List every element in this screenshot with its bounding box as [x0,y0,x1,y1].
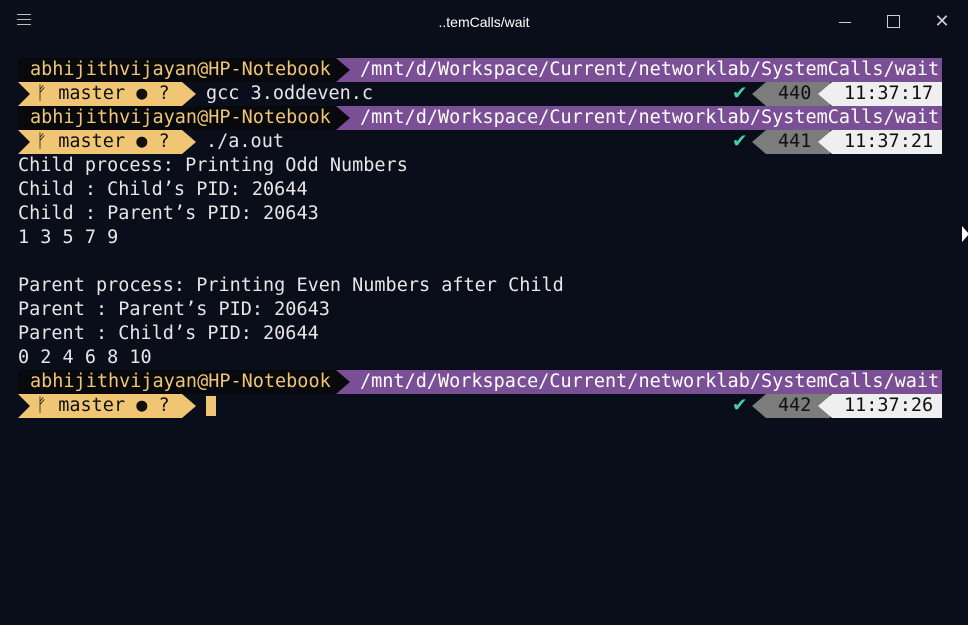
status-check-icon: ✔ [732,131,748,152]
prompt-time: 11:37:17 [818,82,942,106]
git-branch: ᚠ master ● ? [36,83,170,104]
maximize-icon [887,15,900,28]
prompt-path: /mnt/d/Workspace/Current/networklab/Syst… [360,371,940,392]
git-branch: ᚠ master ● ? [36,131,170,152]
command-text: ./a.out [206,131,284,152]
prompt-path: /mnt/d/Workspace/Current/networklab/Syst… [360,59,940,80]
title-bar: ..temCalls/wait ✕ [0,0,968,46]
text-cursor[interactable] [206,396,216,416]
window-title: ..temCalls/wait [438,14,530,30]
status-check-icon: ✔ [732,395,748,416]
prompt-path-segment: /mnt/d/Workspace/Current/networklab/Syst… [336,58,942,82]
git-segment: ᚠ master ● ? [18,394,196,418]
output-line: Child : Parent’s PID: 20643 [18,203,319,224]
mouse-pointer-icon [962,226,968,242]
output-line: Parent : Child’s PID: 20644 [18,323,319,344]
prompt-time: 11:37:26 [818,394,942,418]
output-line: Child process: Printing Odd Numbers [18,155,408,176]
git-segment: ᚠ master ● ? [18,82,196,106]
prompt-command-line: ᚠ master ● ? ✔ 442 11:37:26 [18,394,942,418]
prompt-user: abhijithvijayan@HP-Notebook [18,58,336,82]
prompt-context-line: abhijithvijayan@HP-Notebook /mnt/d/Works… [18,370,942,394]
output-line: Parent process: Printing Even Numbers af… [18,275,564,296]
maximize-button[interactable] [880,10,906,34]
terminal-output[interactable]: abhijithvijayan@HP-Notebook /mnt/d/Works… [18,58,942,418]
prompt-path-segment: /mnt/d/Workspace/Current/networklab/Syst… [336,106,942,130]
prompt-context-line: abhijithvijayan@HP-Notebook /mnt/d/Works… [18,106,942,130]
output-line: 0 2 4 6 8 10 [18,347,152,368]
prompt-context-line: abhijithvijayan@HP-Notebook /mnt/d/Works… [18,58,942,82]
output-line: Parent : Parent’s PID: 20643 [18,299,330,320]
prompt-user: abhijithvijayan@HP-Notebook [18,106,336,130]
status-check-icon: ✔ [732,83,748,104]
close-button[interactable]: ✕ [929,10,955,34]
prompt-path-segment: /mnt/d/Workspace/Current/networklab/Syst… [336,370,942,394]
output-line: 1 3 5 7 9 [18,227,119,248]
git-branch: ᚠ master ● ? [36,395,170,416]
prompt-command-line: ᚠ master ● ? gcc 3.oddeven.c ✔ 440 11:37… [18,82,942,106]
git-segment: ᚠ master ● ? [18,130,196,154]
prompt-user: abhijithvijayan@HP-Notebook [18,370,336,394]
prompt-path: /mnt/d/Workspace/Current/networklab/Syst… [360,107,940,128]
output-line: Child : Child’s PID: 20644 [18,179,308,200]
prompt-time: 11:37:21 [818,130,942,154]
command-text: gcc 3.oddeven.c [206,83,374,104]
minimize-icon [839,22,851,23]
minimize-button[interactable] [833,10,859,34]
prompt-command-line: ᚠ master ● ? ./a.out ✔ 441 11:37:21 [18,130,942,154]
